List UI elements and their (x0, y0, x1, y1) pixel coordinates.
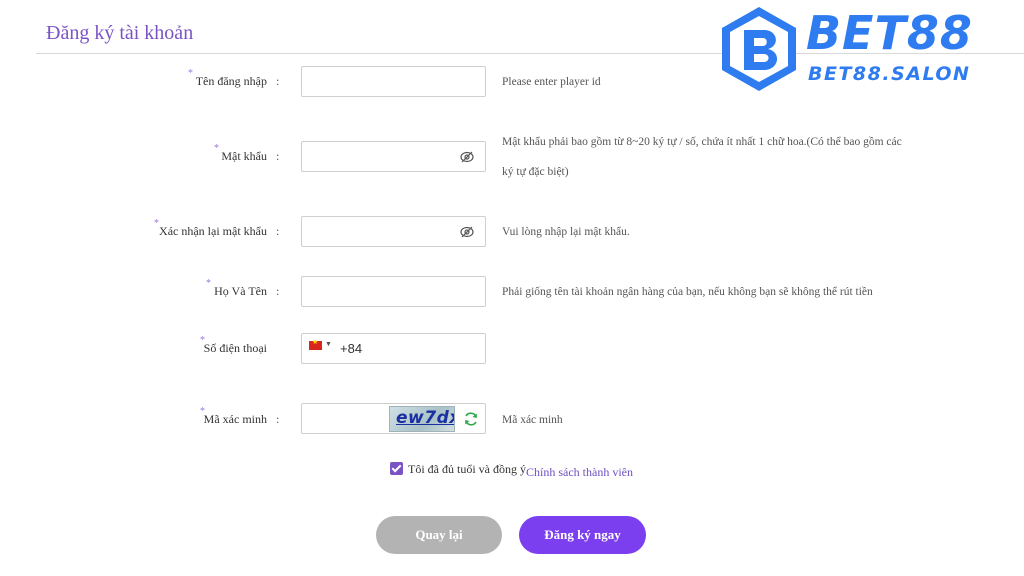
captcha-input[interactable] (302, 404, 386, 433)
username-input[interactable] (302, 67, 485, 96)
username-hint: Please enter player id (502, 76, 601, 88)
username-label: * Tên đăng nhập (188, 68, 267, 88)
captcha-colon: : (276, 412, 280, 426)
member-policy-link[interactable]: Chính sách thành viên (526, 465, 633, 480)
confirm-password-field[interactable] (301, 216, 486, 247)
captcha-label: * Mã xác minh (200, 406, 267, 426)
captcha-image[interactable]: ew7dx (389, 406, 455, 432)
captcha-field[interactable]: ew7dx (301, 403, 486, 434)
register-button[interactable]: Đăng ký ngay (519, 516, 646, 554)
confirm-password-colon: : (276, 224, 280, 238)
required-mark: * (188, 68, 193, 79)
required-mark: * (154, 218, 159, 229)
phone-field[interactable]: ▼ +84 (301, 333, 486, 364)
captcha-hint: Mã xác minh (502, 414, 563, 426)
agreement-text: Tôi đã đủ tuổi và đồng ý (408, 462, 526, 476)
password-field[interactable] (301, 141, 486, 172)
captcha-image-text: ew7dx (396, 408, 455, 428)
required-mark: * (200, 335, 205, 346)
full-name-label: * Họ Và Tên (206, 278, 267, 298)
eye-slash-icon[interactable] (460, 225, 474, 239)
password-colon: : (276, 149, 280, 163)
full-name-colon: : (276, 284, 280, 298)
logo-domain: BET88.SALON (808, 63, 971, 85)
refresh-icon[interactable] (463, 411, 479, 427)
full-name-hint: Phải giống tên tài khoản ngân hàng của b… (502, 286, 873, 298)
bet88-logo: BET88 BET88.SALON (718, 4, 1018, 94)
phone-label: * Số điện thoại (200, 335, 267, 355)
required-mark: * (206, 278, 211, 289)
password-hint-line1: Mật khẩu phải bao gồm từ 8~20 ký tự / số… (502, 136, 902, 148)
full-name-input[interactable] (302, 277, 485, 306)
logo-badge-icon (722, 7, 796, 91)
page-title: Đăng ký tài khoản (46, 22, 194, 44)
chevron-down-icon[interactable]: ▼ (325, 340, 332, 348)
back-button[interactable]: Quay lại (376, 516, 502, 554)
eye-slash-icon[interactable] (460, 150, 474, 164)
vietnam-flag-icon[interactable] (309, 338, 322, 350)
phone-country-code: +84 (340, 341, 363, 356)
password-label: * Mật khẩu (214, 143, 267, 163)
full-name-field[interactable] (301, 276, 486, 307)
confirm-password-hint: Vui lòng nhập lại mật khẩu. (502, 226, 630, 238)
required-mark: * (214, 143, 219, 154)
agreement-checkbox[interactable] (390, 462, 403, 475)
username-colon: : (276, 74, 280, 88)
username-field[interactable] (301, 66, 486, 97)
password-input[interactable] (302, 142, 485, 171)
required-mark: * (200, 406, 205, 417)
password-hint-line2: ký tự đặc biệt) (502, 166, 569, 178)
logo-wordmark: BET88 (806, 6, 973, 60)
confirm-password-input[interactable] (302, 217, 485, 246)
confirm-password-label: * Xác nhận lại mật khẩu (154, 218, 267, 238)
